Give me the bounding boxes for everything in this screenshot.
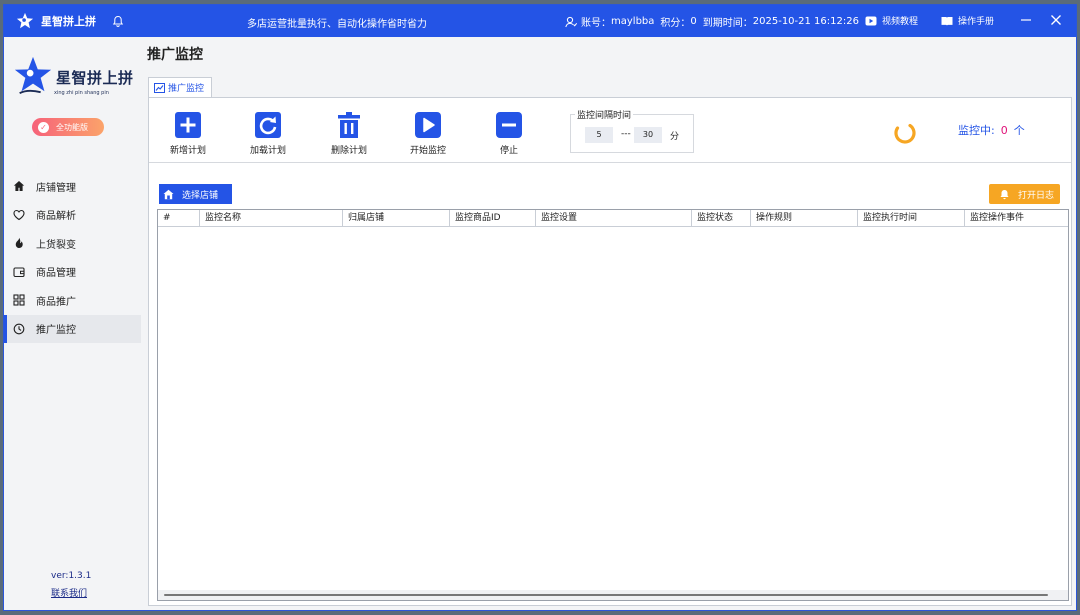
fire-icon bbox=[15, 238, 23, 249]
open-log-button[interactable]: 打开日志 bbox=[989, 184, 1060, 204]
check-icon: ✓ bbox=[38, 121, 49, 133]
plus-icon bbox=[175, 112, 201, 138]
column-header[interactable]: 监控操作事件 bbox=[965, 210, 1068, 226]
interval-max-input[interactable]: 30 bbox=[634, 127, 662, 143]
expiry-label: 到期时间： bbox=[702, 18, 753, 29]
contact-link[interactable]: 联系我们 bbox=[51, 586, 87, 599]
sidebar-item-product-management[interactable]: 商品管理 bbox=[4, 258, 141, 287]
column-header[interactable]: # bbox=[158, 210, 200, 226]
heart-icon bbox=[13, 209, 25, 220]
loading-spinner-icon bbox=[894, 123, 916, 144]
home-icon bbox=[13, 181, 25, 192]
star-logo-icon bbox=[14, 56, 52, 95]
title-bar: 星智拼上拼 多店运营批量执行、自动化操作省时省力、i 账号： maylbba 积… bbox=[4, 5, 1076, 37]
user-icon bbox=[565, 16, 577, 27]
bell-icon bbox=[1000, 189, 1009, 199]
column-header[interactable]: 归属店铺 bbox=[343, 210, 450, 226]
refresh-icon bbox=[255, 112, 281, 138]
scrollbar-thumb[interactable] bbox=[164, 594, 1048, 596]
notice-marquee: 多店运营批量执行、自动化操作省时省力、i bbox=[247, 19, 427, 30]
wallet-icon bbox=[13, 267, 25, 277]
account-label: 账号： bbox=[581, 18, 611, 29]
play-icon bbox=[415, 112, 441, 138]
toolbar: 新增计划 加载计划 删除计划 开始监控 停止 监控间隔时间 5 --- 30 分… bbox=[149, 98, 1071, 163]
monitor-interval-group: 监控间隔时间 5 --- 30 分 bbox=[570, 108, 694, 153]
interval-min-input[interactable]: 5 bbox=[585, 127, 613, 143]
interval-separator: --- bbox=[621, 129, 631, 139]
minus-icon bbox=[496, 112, 522, 138]
sidebar-item-store-management[interactable]: 店铺管理 bbox=[4, 172, 141, 201]
version-label: ver:1.3.1 bbox=[51, 571, 92, 581]
expiry-value: 2025-10-21 16:12:26 bbox=[752, 16, 859, 27]
monitor-count: 0 bbox=[1000, 124, 1008, 137]
table-header: # 监控名称 归属店铺 监控商品ID 监控设置 监控状态 操作规则 监控执行时间… bbox=[158, 210, 1068, 227]
sidebar: 星智拼上拼 xing zhi pin shang pin ✓ 全功能版 店铺管理… bbox=[4, 37, 144, 610]
sidebar-item-product-promotion[interactable]: 商品推广 bbox=[4, 286, 141, 315]
sidebar-item-product-analysis[interactable]: 商品解析 bbox=[4, 201, 141, 230]
logo-subtitle: xing zhi pin shang pin bbox=[54, 90, 109, 96]
points-value: 0 bbox=[690, 16, 697, 27]
select-store-button[interactable]: 选择店铺 bbox=[159, 184, 232, 204]
clock-icon bbox=[13, 323, 25, 335]
video-tutorial-button[interactable]: 视频教程 bbox=[865, 14, 918, 27]
column-header[interactable]: 操作规则 bbox=[751, 210, 858, 226]
sidebar-item-listing-fission[interactable]: 上货裂变 bbox=[4, 229, 141, 258]
edition-badge: ✓ 全功能版 bbox=[32, 118, 104, 136]
trash-icon bbox=[338, 112, 360, 138]
app-logo-icon bbox=[16, 12, 34, 29]
store-icon bbox=[163, 189, 174, 199]
content-panel: 新增计划 加载计划 删除计划 开始监控 停止 监控间隔时间 5 --- 30 分… bbox=[148, 97, 1072, 606]
page-title: 推广监控 bbox=[147, 47, 203, 63]
delete-plan-button[interactable]: 删除计划 bbox=[319, 111, 379, 156]
brand-logo: 星智拼上拼 xing zhi pin shang pin bbox=[12, 55, 136, 99]
grid-icon bbox=[13, 294, 25, 306]
minimize-icon[interactable] bbox=[1018, 12, 1034, 28]
monitor-status: 监控中: 0 个 bbox=[958, 124, 1025, 137]
account-info: 账号： maylbba 积分： 0 到期时间： 2025-10-21 16:12… bbox=[565, 14, 865, 29]
bell-icon[interactable] bbox=[112, 15, 124, 27]
interval-legend: 监控间隔时间 bbox=[575, 108, 634, 121]
stop-button[interactable]: 停止 bbox=[479, 111, 539, 156]
manual-button[interactable]: 操作手册 bbox=[941, 14, 994, 27]
book-icon bbox=[941, 16, 953, 25]
interval-unit: 分 bbox=[670, 132, 680, 142]
trend-chart-icon bbox=[154, 82, 165, 93]
column-header[interactable]: 监控名称 bbox=[200, 210, 343, 226]
column-header[interactable]: 监控执行时间 bbox=[858, 210, 965, 226]
add-plan-button[interactable]: 新增计划 bbox=[158, 111, 218, 156]
sidebar-item-promotion-monitor[interactable]: 推广监控 bbox=[4, 314, 141, 343]
column-header[interactable]: 监控商品ID bbox=[450, 210, 536, 226]
tab-promotion-monitor[interactable]: 推广监控 bbox=[148, 77, 212, 97]
app-window: 星智拼上拼 多店运营批量执行、自动化操作省时省力、i 账号： maylbba 积… bbox=[3, 4, 1077, 611]
horizontal-scrollbar[interactable] bbox=[158, 590, 1068, 600]
sidebar-nav: 店铺管理 商品解析 上货裂变 商品管理 商品推广 推广监控 bbox=[4, 172, 141, 343]
close-icon[interactable] bbox=[1048, 12, 1064, 28]
load-plan-button[interactable]: 加载计划 bbox=[238, 111, 298, 156]
start-monitor-button[interactable]: 开始监控 bbox=[398, 111, 458, 156]
app-name: 星智拼上拼 bbox=[41, 15, 96, 28]
monitor-table: # 监控名称 归属店铺 监控商品ID 监控设置 监控状态 操作规则 监控执行时间… bbox=[157, 209, 1069, 601]
account-value: maylbba bbox=[611, 16, 655, 27]
logo-text: 星智拼上拼 bbox=[56, 69, 134, 87]
column-header[interactable]: 监控状态 bbox=[692, 210, 751, 226]
video-icon bbox=[865, 16, 877, 25]
column-header[interactable]: 监控设置 bbox=[536, 210, 692, 226]
points-label: 积分： bbox=[660, 18, 691, 29]
